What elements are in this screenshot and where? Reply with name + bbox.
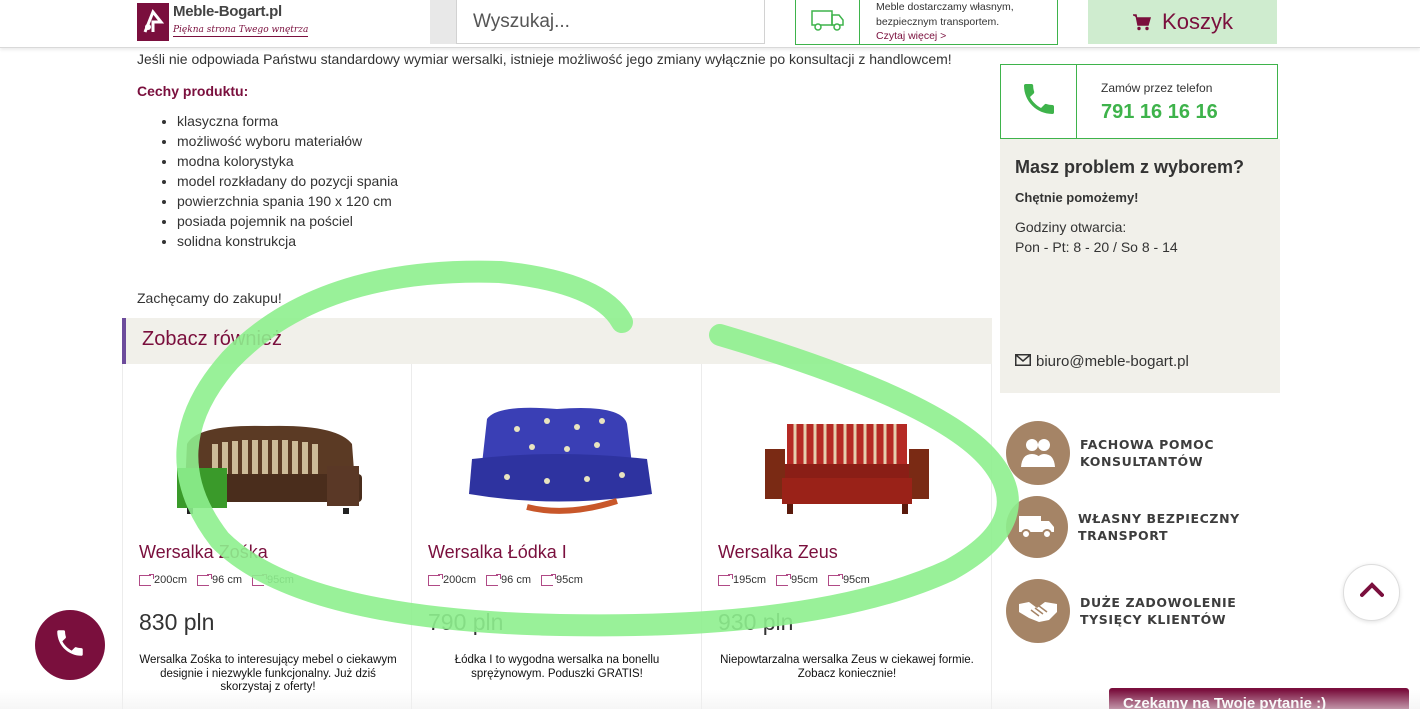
dimension-depth: 96 cm	[501, 574, 531, 586]
outro-text: Zachęcamy do zakupu!	[137, 290, 282, 306]
dimension-width: 200cm	[443, 574, 477, 586]
dimension-width: 195cm	[733, 574, 767, 586]
width-icon	[428, 573, 443, 586]
product-description: Łódka I to wygodna wersalka na bonellu s…	[454, 654, 660, 680]
product-name[interactable]: Wersalka Zośka	[139, 542, 268, 563]
see-also-title: Zobacz również	[142, 328, 283, 350]
benefit-transport: WŁASNY BEZPIECZNY TRANSPORT	[1006, 496, 1276, 558]
product-dimensions: 200cm 96 cm 95cm	[139, 573, 294, 586]
opening-hours: Pon - Pt: 8 - 20 / So 8 - 14	[1015, 239, 1178, 255]
dimension-height: 95cm	[556, 574, 583, 586]
product-card[interactable]: Wersalka Zośka 200cm 96 cm 95cm 830 pln …	[122, 364, 412, 709]
help-box: Masz problem z wyborem? Chętnie pomożemy…	[1000, 139, 1280, 393]
list-item: klasyczna forma	[177, 111, 992, 131]
scroll-to-top-button[interactable]	[1343, 564, 1400, 621]
depth-icon	[486, 573, 502, 586]
search-bar	[430, 0, 765, 44]
list-item: możliwość wyboru materiałów	[177, 131, 992, 151]
handshake-icon	[1006, 579, 1070, 643]
cart-label: Koszyk	[1162, 9, 1233, 34]
product-description: Jeśli nie odpowiada Państwu standardowy …	[137, 48, 992, 306]
list-item: posiada pojemnik na pościel	[177, 211, 992, 231]
height-icon	[252, 573, 267, 586]
list-item: solidna konstrukcja	[177, 231, 992, 251]
call-button[interactable]	[35, 610, 105, 680]
list-item: model rozkładany do pozycji spania	[177, 171, 992, 191]
see-also-header: Zobacz również	[122, 318, 992, 364]
search-input[interactable]	[456, 0, 765, 44]
product-image[interactable]	[428, 384, 685, 544]
product-dimensions: 195cm 95cm 95cm	[718, 573, 870, 586]
benefit-consultants: FACHOWA POMOC KONSULTANTÓW	[1006, 421, 1276, 485]
product-price: 830 pln	[139, 609, 215, 635]
logo-slogan: Piękna strona Twego wnętrza	[173, 25, 309, 37]
product-description: Wersalka Zośka to interesujący mebel o c…	[139, 654, 397, 693]
product-price: 790 pln	[428, 609, 504, 635]
phone-order-box[interactable]: Zamów przez telefon 791 16 16 16	[1000, 64, 1278, 139]
height-icon	[827, 573, 843, 586]
list-item: powierzchnia spania 190 x 120 cm	[177, 191, 992, 211]
email-link[interactable]: biuro@meble-bogart.pl	[1015, 353, 1189, 370]
phone-icon	[53, 626, 87, 665]
depth-icon	[776, 573, 792, 586]
related-products: Wersalka Zośka 200cm 96 cm 95cm 830 pln …	[122, 364, 992, 709]
phone-icon	[1019, 79, 1059, 124]
depth-icon	[197, 573, 213, 586]
product-description: Niepowtarzalna wersalka Zeus w ciekawej …	[720, 654, 974, 680]
help-title: Masz problem z wyborem?	[1015, 157, 1245, 177]
phone-number[interactable]: 791 16 16 16	[1101, 101, 1218, 124]
dimension-height: 95cm	[842, 574, 870, 586]
truck-icon	[1006, 496, 1068, 558]
product-card[interactable]: Wersalka Łódka I 200cm 96 cm 95cm 790 pl…	[412, 364, 702, 709]
dimension-depth: 96 cm	[212, 574, 242, 586]
delivery-read-more-link[interactable]: Czytaj więcej >	[876, 29, 1014, 44]
benefit-line2: TYSIĘCY KLIENTÓW	[1080, 612, 1227, 627]
chevron-up-icon	[1359, 582, 1384, 603]
cart-icon	[1132, 13, 1152, 31]
product-image[interactable]	[718, 384, 975, 544]
benefit-satisfaction: DUŻE ZADOWOLENIE TYSIĘCY KLIENTÓW	[1006, 579, 1276, 643]
product-price: 930 pln	[718, 609, 794, 635]
dimension-width: 200cm	[154, 574, 188, 586]
product-name[interactable]: Wersalka Łódka I	[428, 542, 567, 563]
help-subtitle: Chętnie pomożemy!	[1015, 190, 1139, 205]
hours-label: Godziny otwarcia:	[1015, 219, 1127, 235]
benefit-line1: DUŻE ZADOWOLENIE	[1080, 595, 1237, 610]
envelope-icon	[1015, 353, 1031, 370]
dimension-depth: 95cm	[791, 574, 818, 586]
product-name[interactable]: Wersalka Zeus	[718, 542, 838, 563]
benefit-line1: WŁASNY BEZPIECZNY	[1078, 511, 1240, 526]
width-icon	[139, 573, 154, 586]
benefit-line1: FACHOWA POMOC	[1080, 437, 1215, 452]
site-header: Meble-Bogart.pl Piękna strona Twego wnęt…	[0, 0, 1420, 48]
list-item: modna kolorystyka	[177, 151, 992, 171]
product-card[interactable]: Wersalka Zeus 195cm 95cm 95cm 930 pln Ni…	[702, 364, 992, 709]
features-title: Cechy produktu:	[137, 83, 249, 99]
logo-name: Meble-Bogart.pl	[173, 3, 282, 20]
features-list: klasyczna forma możliwość wyboru materia…	[137, 111, 992, 251]
delivery-line2: bezpiecznym transportem.	[876, 15, 1000, 28]
dimension-height: 95cm	[267, 574, 294, 586]
delivery-info: Meble dostarczamy własnym, bezpiecznym t…	[795, 0, 1058, 45]
product-image[interactable]	[139, 384, 395, 544]
benefit-line2: TRANSPORT	[1078, 528, 1169, 543]
site-logo[interactable]: Meble-Bogart.pl Piękna strona Twego wnęt…	[137, 0, 309, 44]
truck-icon	[810, 8, 845, 37]
delivery-line1: Meble dostarczamy własnym,	[876, 1, 1014, 13]
product-dimensions: 200cm 96 cm 95cm	[428, 573, 583, 586]
benefit-line2: KONSULTANTÓW	[1080, 454, 1204, 469]
logo-mark-icon	[137, 3, 169, 41]
chat-widget-button[interactable]: Czekamy na Twoje pytanie :)	[1109, 688, 1409, 709]
cart-button[interactable]: Koszyk	[1088, 0, 1277, 44]
consultants-icon	[1006, 421, 1070, 485]
phone-label: Zamów przez telefon	[1101, 81, 1213, 95]
email-address: biuro@meble-bogart.pl	[1036, 353, 1189, 370]
intro-text: Jeśli nie odpowiada Państwu standardowy …	[137, 51, 952, 67]
width-icon	[718, 573, 733, 586]
height-icon	[541, 573, 556, 586]
